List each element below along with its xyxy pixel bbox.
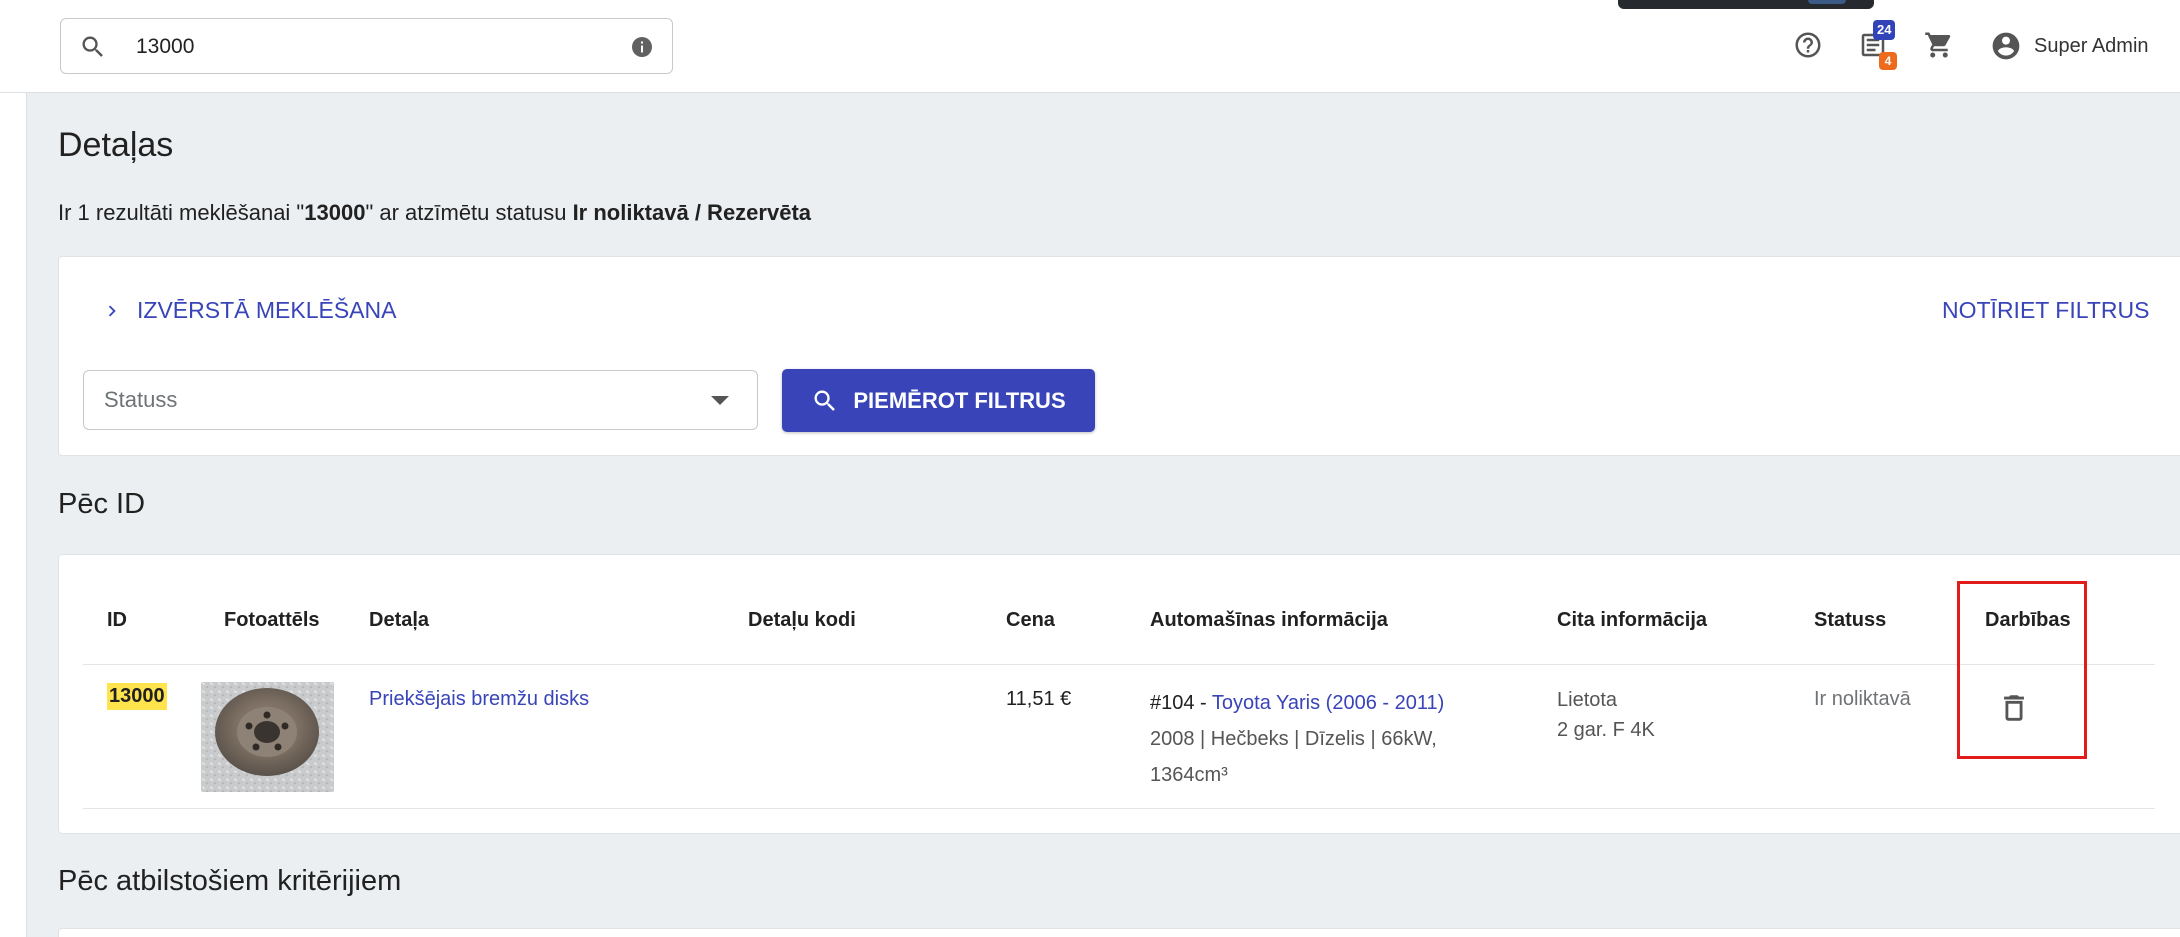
top-bar: 13000 24 4 Super Admin bbox=[0, 0, 2180, 93]
part-condition: Lietota bbox=[1557, 689, 1618, 711]
car-number: #104 - bbox=[1150, 692, 1212, 714]
car-details-line-1: 2008 | Hečbeks | Dīzelis | 66kW, bbox=[1150, 728, 1437, 750]
criteria-results-card bbox=[58, 928, 2180, 937]
apply-filters-label: PIEMĒROT FILTRUS bbox=[853, 387, 1066, 413]
apply-filters-button[interactable]: PIEMĒROT FILTRUS bbox=[782, 369, 1095, 432]
search-input[interactable]: 13000 bbox=[136, 19, 194, 75]
status-select[interactable]: Statuss bbox=[83, 370, 758, 430]
clear-filters-button[interactable]: NOTĪRIET FILTRUS bbox=[1942, 297, 2149, 324]
car-details-line-2: 1364cm³ bbox=[1150, 764, 1228, 786]
car-link[interactable]: Toyota Yaris (2006 - 2011) bbox=[1212, 692, 1444, 714]
notifications-badge: 24 bbox=[1873, 20, 1896, 40]
column-header-part[interactable]: Detaļa bbox=[369, 609, 429, 632]
status-select-placeholder: Statuss bbox=[104, 387, 178, 412]
status-value: Ir noliktavā bbox=[1814, 688, 1911, 710]
help-icon[interactable] bbox=[1793, 30, 1823, 60]
part-price: 11,51 € bbox=[1006, 688, 1072, 710]
result-prefix: Ir 1 rezultāti meklēšanai " bbox=[58, 200, 305, 225]
other-info: Lietota 2 gar. F 4K bbox=[1557, 685, 1655, 745]
tooltip-strip bbox=[1618, 0, 1874, 9]
user-menu[interactable]: Super Admin bbox=[1990, 30, 2149, 62]
filter-card: IZVĒRSTĀ MEKLĒŠANA NOTĪRIET FILTRUS Stat… bbox=[58, 256, 2180, 456]
result-query: 13000 bbox=[304, 200, 366, 225]
search-icon bbox=[82, 36, 103, 57]
advanced-search-label: IZVĒRSTĀ MEKLĒŠANA bbox=[137, 297, 397, 323]
cart-icon[interactable] bbox=[1924, 30, 1954, 60]
part-link[interactable]: Priekšējais bremžu disks bbox=[369, 688, 589, 711]
result-status: Ir noliktavā / Rezervēta bbox=[572, 200, 812, 225]
sidebar-edge bbox=[0, 93, 27, 937]
section-title-by-id: Pēc ID bbox=[58, 488, 146, 520]
result-middle: " ar atzīmētu statusu bbox=[365, 200, 573, 225]
user-name: Super Admin bbox=[2034, 34, 2149, 57]
part-location: 2 gar. F 4K bbox=[1557, 719, 1655, 741]
column-header-codes: Detaļu kodi bbox=[748, 609, 856, 631]
header-divider bbox=[83, 664, 2155, 665]
account-circle-icon bbox=[1992, 32, 2020, 60]
global-search[interactable]: 13000 bbox=[60, 18, 673, 74]
delete-icon[interactable] bbox=[1997, 691, 2031, 725]
column-header-id[interactable]: ID bbox=[107, 609, 127, 632]
tasks-badge: 4 bbox=[1879, 52, 1897, 70]
column-header-photo: Fotoattēls bbox=[224, 609, 320, 631]
column-header-status[interactable]: Statuss bbox=[1814, 609, 1886, 632]
search-icon bbox=[814, 390, 836, 411]
column-header-other-info: Cita informācija bbox=[1557, 609, 1708, 631]
row-id: 13000 bbox=[107, 683, 167, 710]
section-title-by-criteria: Pēc atbilstošiem kritērijiem bbox=[58, 865, 402, 897]
chevron-down-icon bbox=[711, 396, 729, 405]
tooltip-pill bbox=[1808, 0, 1846, 4]
info-icon[interactable] bbox=[630, 35, 654, 59]
annotation-highlight-box bbox=[1957, 581, 2087, 759]
results-table: ID Fotoattēls Detaļa Detaļu kodi Cena Au… bbox=[58, 554, 2180, 834]
row-divider bbox=[83, 808, 2155, 809]
column-header-price[interactable]: Cena bbox=[1006, 609, 1055, 632]
column-header-car-info: Automašīnas informācija bbox=[1150, 609, 1388, 631]
advanced-search-toggle[interactable]: IZVĒRSTĀ MEKLĒŠANA bbox=[101, 297, 396, 324]
car-info: #104 - Toyota Yaris (2006 - 2011) 2008 |… bbox=[1150, 685, 1444, 793]
page-title: Detaļas bbox=[58, 126, 174, 164]
part-photo[interactable] bbox=[201, 682, 334, 792]
result-summary: Ir 1 rezultāti meklēšanai "13000" ar atz… bbox=[58, 200, 811, 226]
chevron-right-icon bbox=[108, 305, 116, 316]
